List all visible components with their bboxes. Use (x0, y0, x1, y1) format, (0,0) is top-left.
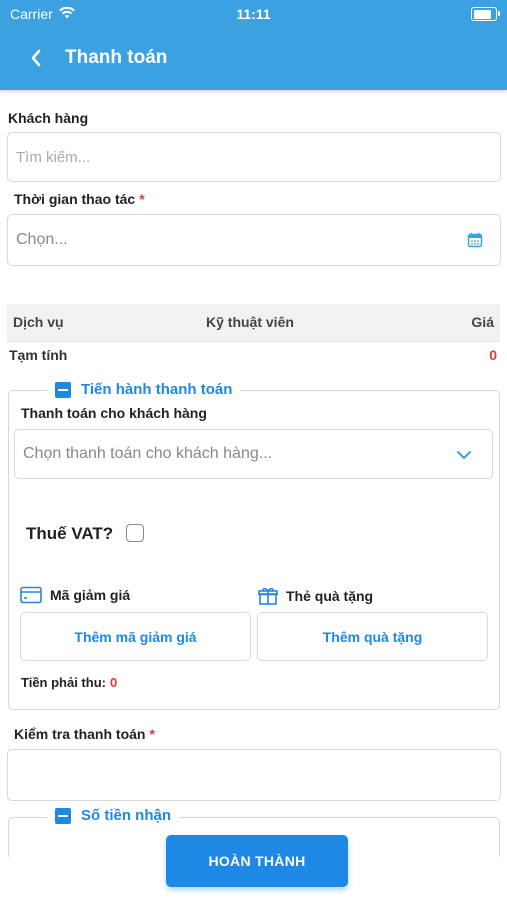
pay-for-customer-placeholder: Chọn thanh toán cho khách hàng... (23, 445, 273, 462)
chevron-left-icon (31, 49, 41, 67)
services-table-header: Dịch vụ Kỹ thuật viên Giá (7, 304, 500, 342)
customer-search-placeholder: Tìm kiếm... (16, 148, 91, 166)
discount-label: Mã giảm giá (20, 586, 130, 604)
customer-label: Khách hàng (8, 110, 89, 126)
operation-time-label: Thời gian thao tác * (14, 191, 145, 207)
nav-bar: Thanh toán (0, 28, 507, 90)
amount-due: Tiền phải thu: 0 (21, 675, 117, 690)
operation-time-placeholder: Chọn... (16, 231, 68, 248)
received-amount-header[interactable]: Số tiền nhận (47, 807, 179, 824)
column-header-service: Dịch vụ (13, 314, 64, 330)
pay-for-customer-label: Thanh toán cho khách hàng (21, 405, 207, 421)
page-title: Thanh toán (65, 47, 168, 68)
payment-section-header[interactable]: Tiến hành thanh toán (47, 381, 241, 398)
chevron-down-icon (457, 451, 471, 459)
back-button[interactable] (22, 44, 50, 72)
subtotal-label: Tạm tính (9, 347, 68, 363)
check-payment-label-text: Kiểm tra thanh toán (14, 726, 146, 742)
operation-time-input[interactable]: Chọn... (7, 214, 501, 266)
subtotal-value: 0 (489, 347, 497, 363)
pay-for-customer-select[interactable]: Chọn thanh toán cho khách hàng... (14, 429, 493, 479)
add-gift-button[interactable]: Thêm quà tặng (257, 612, 488, 661)
required-mark: * (139, 191, 145, 207)
battery-icon (471, 7, 500, 21)
collapse-minus-icon[interactable] (55, 381, 71, 398)
collapse-minus-icon[interactable] (55, 807, 71, 824)
vat-checkbox[interactable] (126, 524, 144, 542)
amount-due-label: Tiền phải thu: (21, 675, 106, 690)
amount-due-value: 0 (109, 675, 118, 690)
operation-time-label-text: Thời gian thao tác (14, 191, 136, 207)
gift-card-label: Thẻ quà tặng (258, 586, 373, 606)
discount-label-text: Mã giảm giá (50, 587, 131, 603)
column-header-price: Giá (471, 314, 494, 330)
vat-label: Thuế VAT? (26, 524, 114, 543)
check-payment-input[interactable] (7, 749, 501, 801)
customer-search-input[interactable]: Tìm kiếm... (7, 132, 501, 182)
complete-button[interactable]: HOÀN THÀNH (166, 835, 348, 887)
check-payment-label: Kiểm tra thanh toán * (14, 726, 155, 742)
battery-fill (473, 9, 491, 19)
status-time: 11:11 (236, 6, 271, 22)
required-mark: * (149, 726, 155, 742)
gift-icon (258, 587, 278, 605)
gift-card-label-text: Thẻ quà tặng (286, 588, 374, 604)
add-discount-button[interactable]: Thêm mã giảm giá (20, 612, 251, 661)
credit-card-icon (20, 586, 42, 604)
received-amount-title: Số tiền nhận (81, 807, 171, 824)
payment-section-title: Tiến hành thanh toán (81, 381, 233, 398)
column-header-technician: Kỹ thuật viên (206, 314, 294, 330)
status-bar: Carrier 11:11 (0, 0, 507, 28)
calendar-icon[interactable] (467, 232, 483, 248)
